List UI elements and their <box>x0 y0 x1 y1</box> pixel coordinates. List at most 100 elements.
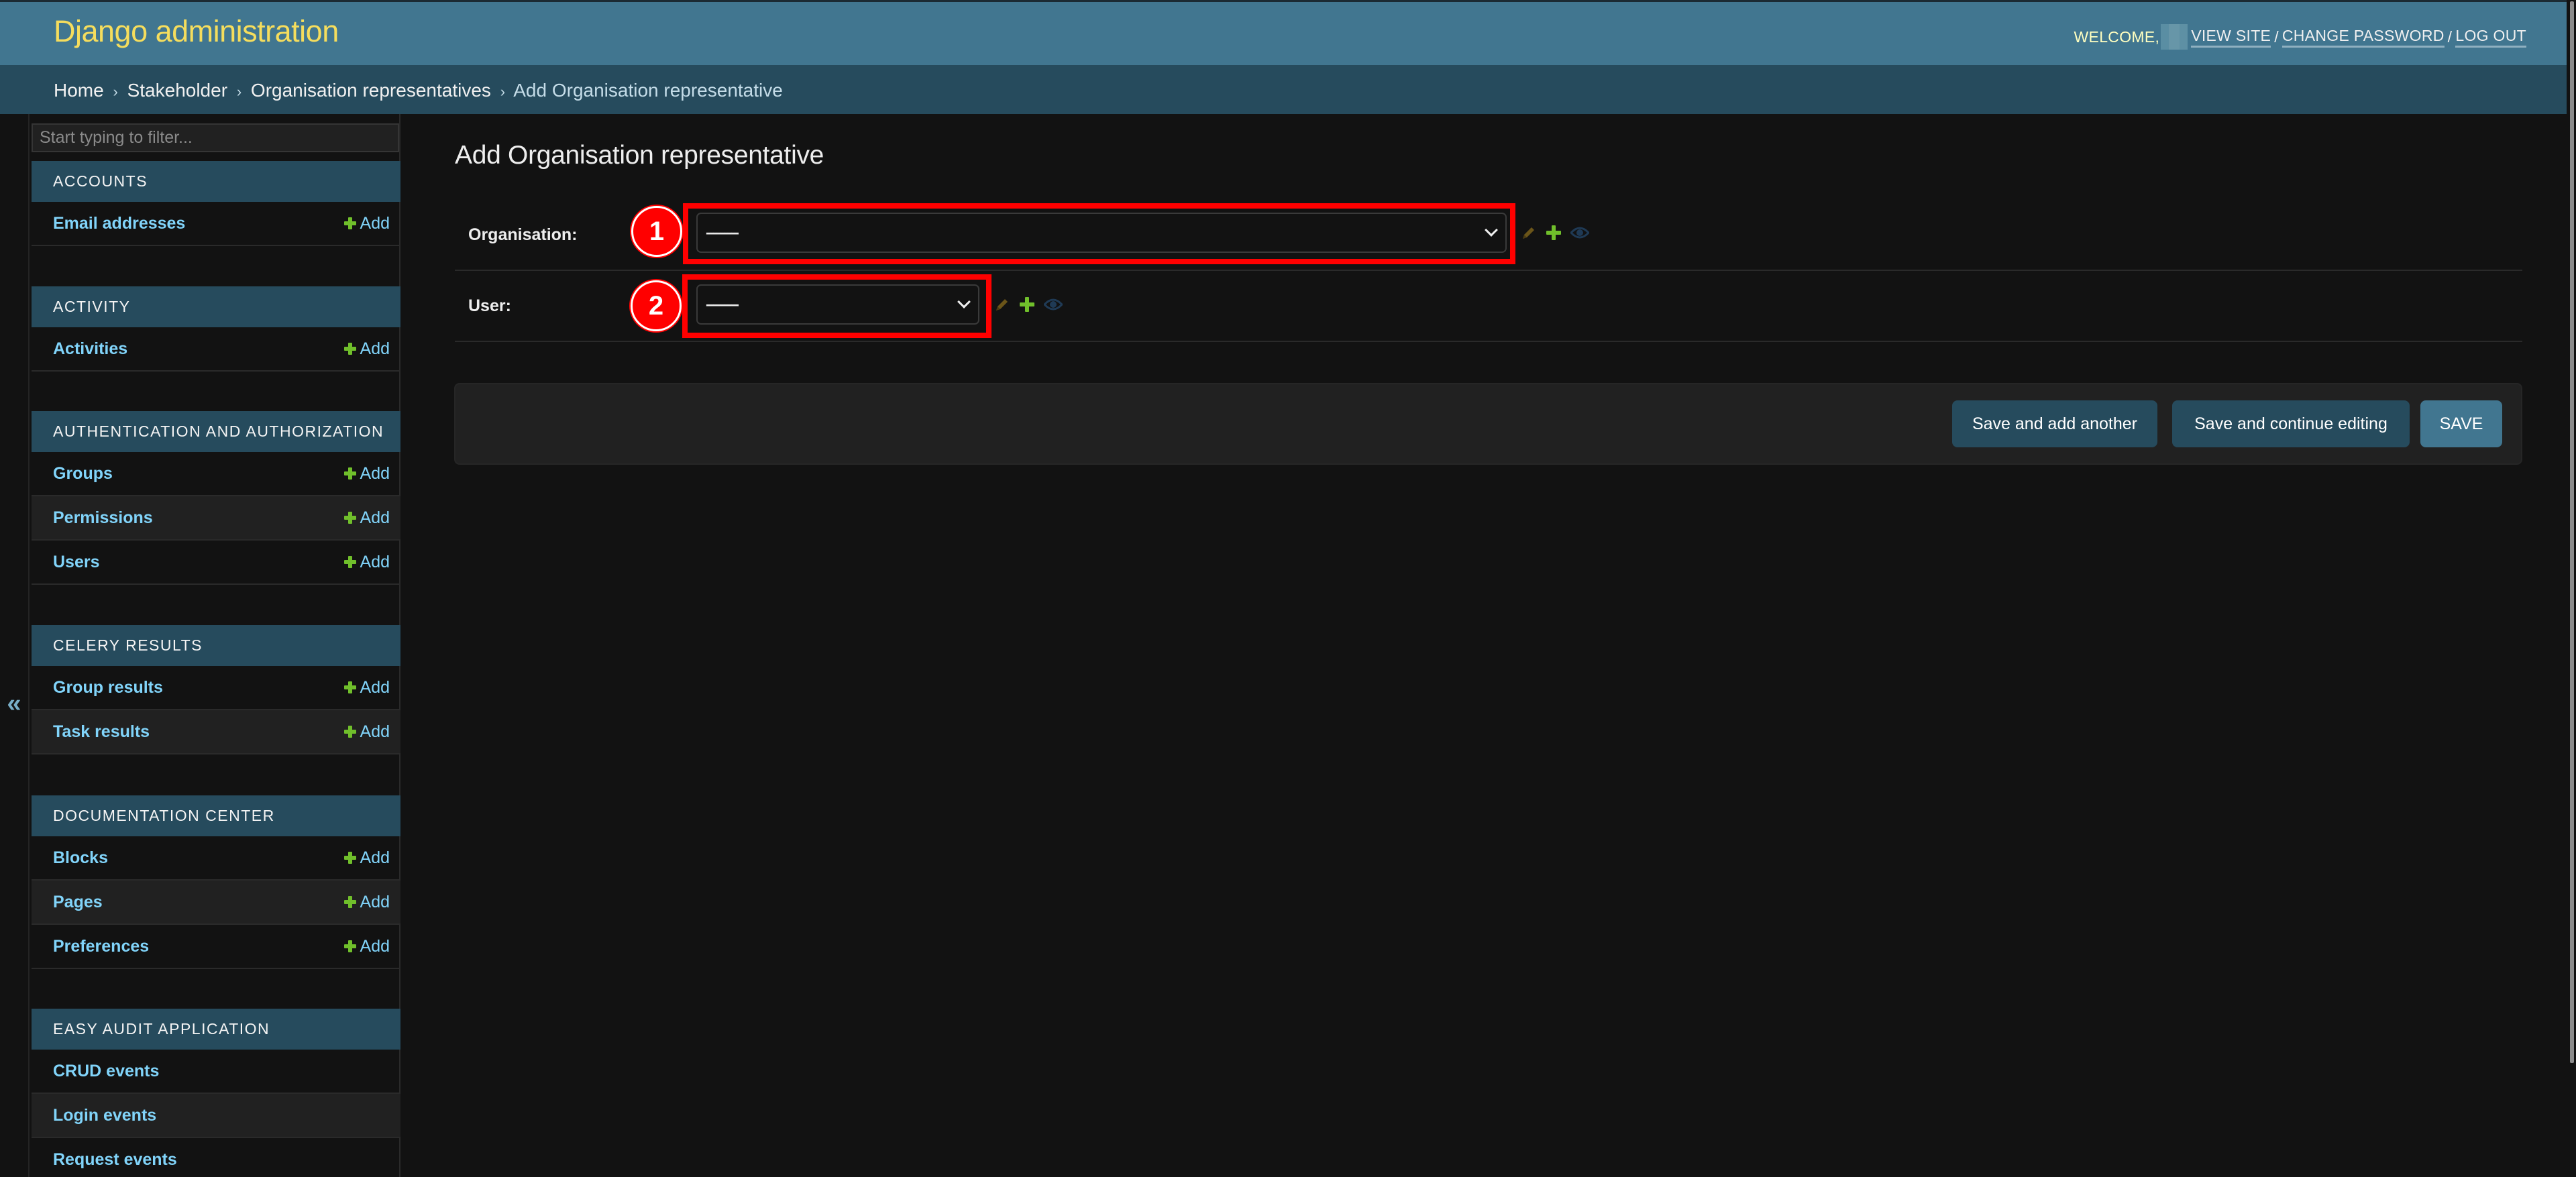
sidebar-module-caption[interactable]: AUTHENTICATION AND AUTHORIZATION <box>32 411 400 452</box>
view-site-link[interactable]: VIEW SITE <box>2191 27 2271 48</box>
user-label: User: <box>468 296 511 315</box>
sidebar-item-link[interactable]: Task results <box>53 722 150 742</box>
sidebar-add-link[interactable]: Add <box>343 848 390 868</box>
save-and-continue-editing-button[interactable]: Save and continue editing <box>2172 400 2410 447</box>
user-select-value: --------- <box>706 296 739 313</box>
add-label: Add <box>360 722 390 741</box>
welcome-text: WELCOME, <box>2074 27 2160 46</box>
sidebar-item: Email addresses Add <box>32 202 400 246</box>
sidebar-item: Blocks Add <box>32 836 400 881</box>
sidebar-item-link[interactable]: Groups <box>53 464 113 484</box>
plus-icon <box>343 467 356 480</box>
sidebar-add-link[interactable]: Add <box>343 552 390 572</box>
sidebar-item-link[interactable]: Users <box>53 553 100 572</box>
sidebar-item-link[interactable]: Permissions <box>53 508 153 528</box>
plus-icon <box>343 681 356 693</box>
sidebar-item: CRUD events <box>32 1050 400 1094</box>
sidebar-module: AUTHENTICATION AND AUTHORIZATION Groups Ad… <box>32 411 400 585</box>
sidebar-item: Users Add <box>32 541 400 585</box>
double-chevron-left-icon: « <box>7 689 21 718</box>
site-header: Django administration WELCOME, VIEW SITE… <box>0 0 2576 65</box>
change-password-link[interactable]: CHANGE PASSWORD <box>2282 27 2445 48</box>
add-label: Add <box>360 936 390 956</box>
sidebar-item: Permissions Add <box>32 496 400 541</box>
view-eye-icon[interactable] <box>1042 298 1064 315</box>
organisation-label: Organisation: <box>468 225 578 244</box>
sidebar: ACCOUNTSEmail addressesAddACTIVITYActivi… <box>30 114 400 1177</box>
sidebar-add-link[interactable]: Add <box>343 339 390 359</box>
sidebar-module: CELERY RESULTS Group results Add Task resul… <box>32 625 400 754</box>
annotation-marker-1: 1 <box>631 206 682 257</box>
breadcrumb-organisation-representatives[interactable]: Organisation representatives <box>251 80 491 101</box>
breadcrumb-home[interactable]: Home <box>54 80 104 101</box>
sidebar-item-link[interactable]: CRUD events <box>53 1062 159 1081</box>
redacted-username <box>2161 24 2188 50</box>
user-related-actions <box>994 296 1064 316</box>
sidebar-item-link[interactable]: Request events <box>53 1150 177 1170</box>
add-label: Add <box>360 508 390 527</box>
organisation-related-actions <box>1521 225 1591 244</box>
plus-icon <box>343 896 356 908</box>
scrollbar-thumb[interactable] <box>2570 1 2574 1063</box>
edit-pencil-icon[interactable] <box>994 296 1010 316</box>
sidebar-item-link[interactable]: Email addresses <box>53 214 185 233</box>
sidebar-module: ACCOUNTS Email addresses Add <box>32 161 400 246</box>
user-select[interactable]: --------- <box>696 284 979 325</box>
sidebar-add-link[interactable]: Add <box>343 213 390 233</box>
add-label: Add <box>360 677 390 697</box>
sidebar-add-link[interactable]: Add <box>343 508 390 528</box>
add-label: Add <box>360 892 390 911</box>
add-label: Add <box>360 552 390 571</box>
plus-icon <box>343 217 356 229</box>
chevron-down-icon <box>1485 223 1498 237</box>
organisation-select-value: --------- <box>706 224 739 241</box>
sidebar-module-caption[interactable]: CELERY RESULTS <box>32 625 400 666</box>
add-label: Add <box>360 213 390 233</box>
sidebar-item: Groups Add <box>32 452 400 496</box>
view-eye-icon[interactable] <box>1569 226 1591 243</box>
sidebar-module-caption[interactable]: DOCUMENTATION CENTER <box>32 795 400 836</box>
sidebar-item-link[interactable]: Group results <box>53 678 163 697</box>
breadcrumb-current: Add Organisation representative <box>513 80 783 101</box>
sidebar-add-link[interactable]: Add <box>343 463 390 484</box>
plus-icon <box>343 343 356 355</box>
save-button[interactable]: SAVE <box>2420 400 2502 447</box>
edit-pencil-icon[interactable] <box>1521 225 1537 244</box>
add-plus-icon[interactable] <box>1020 297 1034 315</box>
user-tools: WELCOME, VIEW SITE / CHANGE PASSWORD / L… <box>2074 24 2526 50</box>
organisation-select[interactable]: --------- <box>696 213 1507 253</box>
add-label: Add <box>360 339 390 358</box>
sidebar-item: Login events <box>32 1094 400 1138</box>
chevron-down-icon <box>957 295 971 309</box>
add-plus-icon[interactable] <box>1546 225 1561 243</box>
sidebar-item-link[interactable]: Preferences <box>53 937 149 956</box>
sidebar-item: Preferences Add <box>32 925 400 969</box>
sidebar-module-caption[interactable]: EASY AUDIT APPLICATION <box>32 1009 400 1050</box>
sidebar-module-caption[interactable]: ACTIVITY <box>32 286 400 327</box>
toggle-sidebar-button[interactable]: « <box>0 114 30 1177</box>
sidebar-module: ACTIVITY Activities Add <box>32 286 400 372</box>
sidebar-add-link[interactable]: Add <box>343 936 390 956</box>
sidebar-module-caption[interactable]: ACCOUNTS <box>32 161 400 202</box>
sidebar-add-link[interactable]: Add <box>343 892 390 912</box>
separator: / <box>2274 27 2279 46</box>
sidebar-add-link[interactable]: Add <box>343 722 390 742</box>
sidebar-item: Request events <box>32 1138 400 1177</box>
sidebar-module: EASY AUDIT APPLICATION CRUD events Login e… <box>32 1009 400 1177</box>
sidebar-item-link[interactable]: Pages <box>53 893 103 912</box>
breadcrumb-stakeholder[interactable]: Stakeholder <box>127 80 227 101</box>
separator: / <box>2447 27 2453 46</box>
sidebar-item-link[interactable]: Login events <box>53 1106 156 1125</box>
save-and-add-another-button[interactable]: Save and add another <box>1952 400 2157 447</box>
submit-row: Save and add another Save and continue e… <box>454 383 2522 465</box>
breadcrumb-separator: › <box>500 83 506 100</box>
scrollbar[interactable] <box>2567 0 2576 1177</box>
add-label: Add <box>360 463 390 483</box>
sidebar-item-link[interactable]: Blocks <box>53 848 108 868</box>
sidebar-item-link[interactable]: Activities <box>53 339 127 359</box>
sidebar-item: Activities Add <box>32 327 400 372</box>
sidebar-filter-input[interactable] <box>32 123 399 152</box>
sidebar-add-link[interactable]: Add <box>343 677 390 697</box>
log-out-link[interactable]: LOG OUT <box>2455 27 2526 48</box>
site-title[interactable]: Django administration <box>54 14 339 49</box>
